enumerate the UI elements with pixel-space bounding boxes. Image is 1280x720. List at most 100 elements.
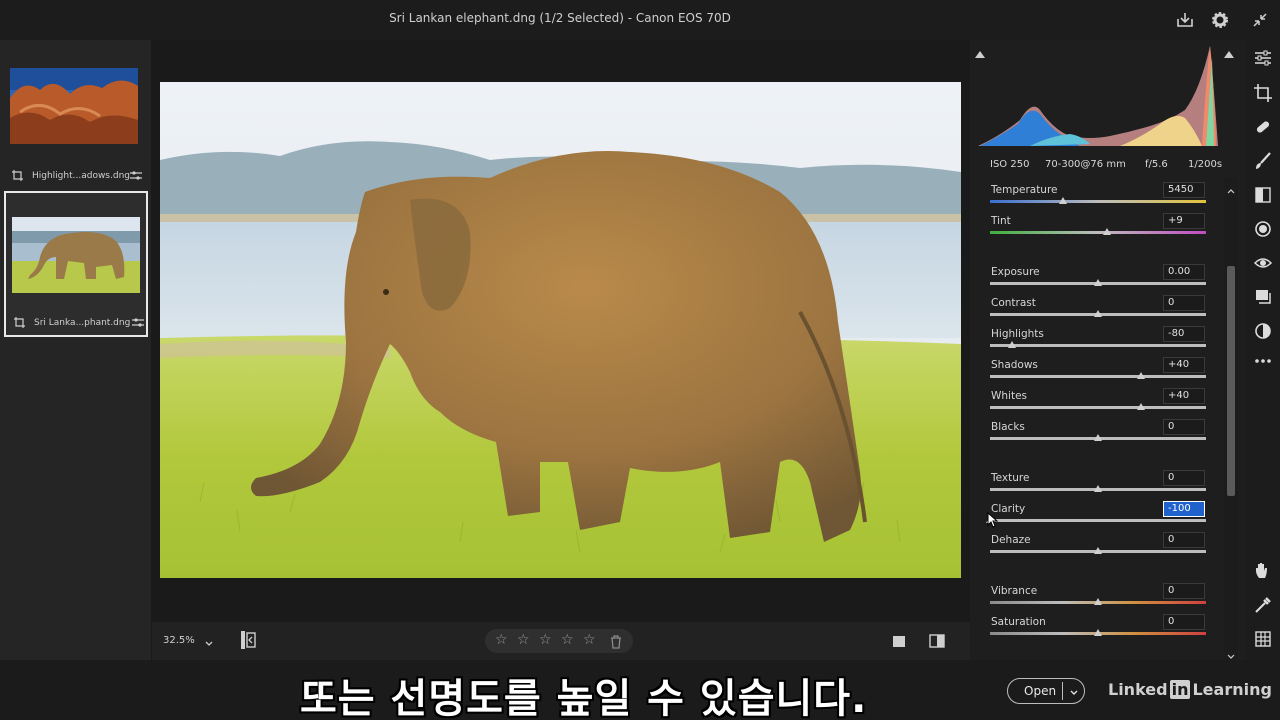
slider-track[interactable] bbox=[990, 375, 1206, 378]
rating-bar: ☆ ☆ ☆ ☆ ☆ bbox=[485, 629, 633, 653]
slider-blacks[interactable]: Blacks 0 bbox=[980, 415, 1224, 445]
slider-value-field[interactable]: +40 bbox=[1163, 357, 1205, 373]
thumbnail-rocks bbox=[10, 68, 138, 144]
slider-value-field[interactable]: 0 bbox=[1163, 295, 1205, 311]
compare-view-icon[interactable] bbox=[928, 632, 946, 650]
slider-thumb[interactable] bbox=[1137, 403, 1146, 410]
more-options-icon[interactable] bbox=[1253, 351, 1273, 371]
gradient-filter-icon[interactable] bbox=[1253, 185, 1273, 205]
slider-tint[interactable]: Tint +9 bbox=[980, 209, 1224, 239]
slider-track[interactable] bbox=[990, 519, 1206, 522]
camera-raw-window: Sri Lankan elephant.dng (1/2 Selected) -… bbox=[0, 0, 1280, 720]
slider-dehaze[interactable]: Dehaze 0 bbox=[980, 528, 1224, 558]
slider-value-field[interactable]: 0 bbox=[1163, 532, 1205, 548]
scroll-up-icon[interactable] bbox=[1227, 180, 1235, 199]
eyedropper-icon[interactable] bbox=[1253, 595, 1273, 615]
slider-vibrance[interactable]: Vibrance 0 bbox=[980, 579, 1224, 609]
slider-value-field[interactable]: 0.00 bbox=[1163, 264, 1205, 280]
slider-thumb[interactable] bbox=[1007, 341, 1016, 348]
slider-value-field[interactable]: 5450 bbox=[1163, 182, 1205, 198]
thumbnail-elephant bbox=[12, 217, 140, 293]
slider-shadows[interactable]: Shadows +40 bbox=[980, 353, 1224, 383]
panel-scrollbar[interactable] bbox=[1224, 178, 1238, 660]
trash-icon[interactable] bbox=[610, 634, 622, 649]
slider-thumb[interactable] bbox=[1059, 197, 1068, 204]
slider-track[interactable] bbox=[990, 344, 1206, 347]
slider-thumb[interactable] bbox=[1137, 372, 1146, 379]
hand-tool-icon[interactable] bbox=[1253, 560, 1273, 580]
slider-exposure[interactable]: Exposure 0.00 bbox=[980, 260, 1224, 290]
star-3[interactable]: ☆ bbox=[539, 632, 552, 648]
slider-thumb[interactable] bbox=[1094, 629, 1102, 636]
slider-value-field[interactable]: 0 bbox=[1163, 470, 1205, 486]
slider-thumb[interactable] bbox=[1094, 434, 1102, 441]
open-button[interactable]: Open bbox=[1007, 678, 1085, 704]
slider-contrast[interactable]: Contrast 0 bbox=[980, 291, 1224, 321]
slider-temperature[interactable]: Temperature 5450 bbox=[980, 178, 1224, 208]
star-1[interactable]: ☆ bbox=[495, 632, 508, 648]
slider-value-field[interactable]: 0 bbox=[1163, 614, 1205, 630]
gear-icon[interactable] bbox=[1210, 10, 1230, 30]
save-icon[interactable] bbox=[1175, 10, 1195, 30]
collapse-icon[interactable] bbox=[1250, 10, 1270, 30]
single-view-icon[interactable] bbox=[891, 633, 907, 649]
healing-icon[interactable] bbox=[1253, 117, 1273, 137]
star-5[interactable]: ☆ bbox=[583, 632, 596, 648]
slider-track[interactable] bbox=[990, 406, 1206, 409]
slider-value-field[interactable]: +40 bbox=[1163, 388, 1205, 404]
filmstrip-item-selected[interactable]: Sri Lanka...phant.dng bbox=[4, 191, 148, 337]
slider-value-field[interactable]: 0 bbox=[1163, 583, 1205, 599]
slider-value-field[interactable]: +9 bbox=[1163, 213, 1205, 229]
slider-label: Dehaze bbox=[991, 534, 1031, 546]
red-eye-icon[interactable] bbox=[1253, 253, 1273, 273]
presets-icon[interactable] bbox=[1253, 321, 1273, 341]
slider-label: Blacks bbox=[991, 421, 1025, 433]
slider-whites[interactable]: Whites +40 bbox=[980, 384, 1224, 414]
filmstrip-toggle-icon[interactable] bbox=[239, 630, 257, 650]
slider-highlights[interactable]: Highlights -80 bbox=[980, 322, 1224, 352]
slider-clarity[interactable]: Clarity -100 bbox=[980, 497, 1224, 527]
slider-thumb[interactable] bbox=[1094, 598, 1102, 605]
grid-overlay-icon[interactable] bbox=[1253, 629, 1273, 649]
radial-filter-icon[interactable] bbox=[1253, 219, 1273, 239]
brand-in: in bbox=[1169, 680, 1191, 699]
filmstrip-caption: Highlight...adows.dng bbox=[10, 170, 142, 184]
slider-label: Shadows bbox=[991, 359, 1038, 371]
slider-value-field[interactable]: -80 bbox=[1163, 326, 1205, 342]
brush-icon[interactable] bbox=[1253, 151, 1273, 171]
slider-thumb[interactable] bbox=[1094, 547, 1102, 554]
chevron-down-icon[interactable] bbox=[204, 634, 214, 646]
title-bar: Sri Lankan elephant.dng (1/2 Selected) -… bbox=[0, 0, 1280, 40]
star-4[interactable]: ☆ bbox=[561, 632, 574, 648]
iso-value: ISO 250 bbox=[990, 159, 1030, 170]
slider-track[interactable] bbox=[990, 231, 1206, 234]
footer-strip: 또는 선명도를 높일 수 있습니다. Open Linked in Learning bbox=[0, 660, 1280, 720]
slider-thumb[interactable] bbox=[1094, 485, 1102, 492]
slider-label: Saturation bbox=[991, 616, 1046, 628]
crop-tool-icon[interactable] bbox=[1253, 83, 1273, 103]
adjusted-icon bbox=[130, 170, 142, 181]
zoom-level[interactable]: 32.5% bbox=[163, 635, 195, 646]
edit-sliders-icon[interactable] bbox=[1253, 48, 1273, 68]
slider-saturation[interactable]: Saturation 0 bbox=[980, 610, 1224, 640]
snapshots-icon[interactable] bbox=[1253, 287, 1273, 307]
slider-thumb[interactable] bbox=[1094, 310, 1102, 317]
slider-value-field[interactable]: 0 bbox=[1163, 419, 1205, 435]
slider-value-field[interactable]: -100 bbox=[1163, 501, 1205, 517]
slider-thumb[interactable] bbox=[1102, 228, 1111, 235]
scrollbar-thumb[interactable] bbox=[1227, 266, 1235, 496]
slider-thumb[interactable] bbox=[1094, 279, 1102, 286]
preview-toolbar: 32.5% ☆ ☆ ☆ ☆ ☆ bbox=[152, 622, 970, 660]
linkedin-learning-watermark: Linked in Learning bbox=[1108, 680, 1272, 699]
tool-column bbox=[1246, 40, 1280, 660]
window-title: Sri Lankan elephant.dng (1/2 Selected) -… bbox=[389, 11, 731, 25]
filmstrip-item[interactable]: Highlight...adows.dng bbox=[4, 44, 148, 190]
slider-track[interactable] bbox=[990, 200, 1206, 203]
star-2[interactable]: ☆ bbox=[517, 632, 530, 648]
slider-label: Tint bbox=[991, 215, 1011, 227]
slider-label: Contrast bbox=[991, 297, 1036, 309]
brand-part: Linked bbox=[1108, 680, 1168, 699]
chevron-down-icon[interactable] bbox=[1068, 684, 1080, 696]
slider-texture[interactable]: Texture 0 bbox=[980, 466, 1224, 496]
elephant-photo[interactable] bbox=[160, 82, 961, 578]
